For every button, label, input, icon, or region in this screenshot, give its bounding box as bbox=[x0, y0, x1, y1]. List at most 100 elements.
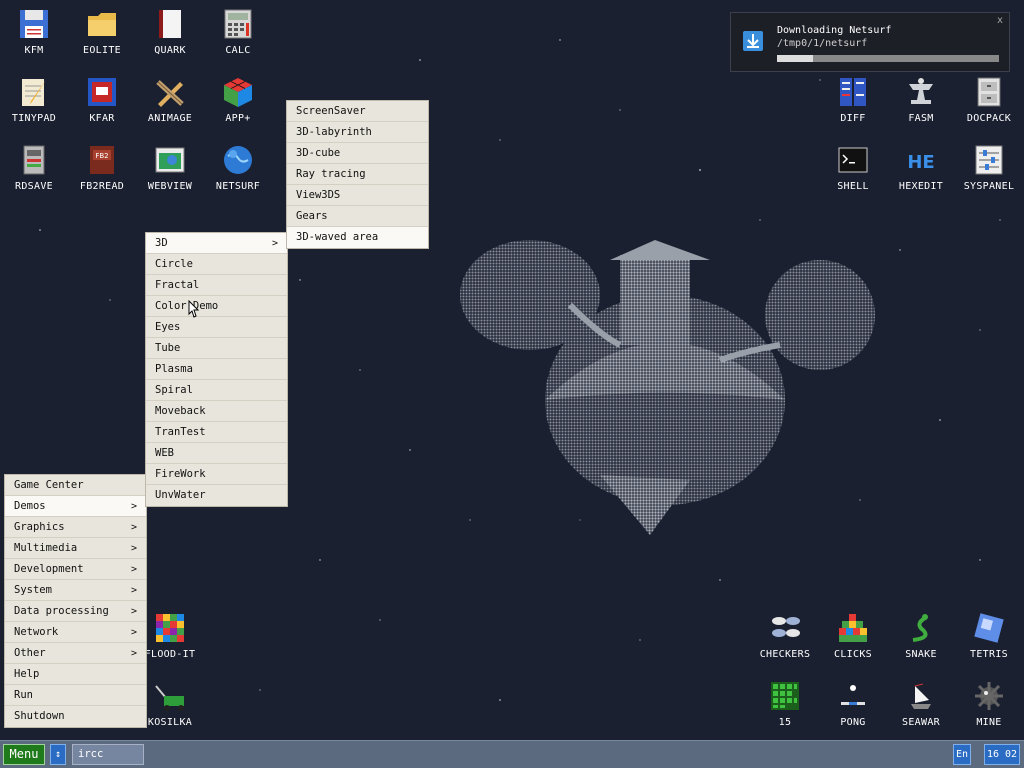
desktop-icon-animage[interactable]: ANIMAGE bbox=[136, 68, 204, 124]
desktop-icon-diff[interactable]: DIFF bbox=[819, 68, 887, 124]
demos-menu-item-firework[interactable]: FireWork bbox=[146, 464, 287, 485]
main-menu-item-label: Demos bbox=[14, 500, 46, 512]
desktop-icon-seawar[interactable]: SEAWAR bbox=[887, 672, 955, 728]
main-menu-item-graphics[interactable]: Graphics > bbox=[5, 517, 146, 538]
desktop-icon-label: TETRIS bbox=[970, 649, 1008, 660]
desktop-icon-kfm[interactable]: KFM bbox=[0, 0, 68, 56]
demos-menu-item-unvwater[interactable]: UnvWater bbox=[146, 485, 287, 506]
desktop-icon-netsurf[interactable]: NETSURF bbox=[204, 136, 272, 192]
main-menu-item-multimedia[interactable]: Multimedia > bbox=[5, 538, 146, 559]
demos-menu-item-web[interactable]: WEB bbox=[146, 443, 287, 464]
main-menu-item-label: Data processing bbox=[14, 605, 109, 617]
main-menu-item-development[interactable]: Development > bbox=[5, 559, 146, 580]
main-menu-item-shutdown[interactable]: Shutdown bbox=[5, 706, 146, 727]
desktop-icon-fb2read[interactable]: FB2 FB2READ bbox=[68, 136, 136, 192]
main-menu-item-data-processing[interactable]: Data processing > bbox=[5, 601, 146, 622]
3d-menu-item-gears[interactable]: Gears bbox=[287, 206, 428, 227]
desktop-icon-tinypad[interactable]: TINYPAD bbox=[0, 68, 68, 124]
demos-menu-item-spiral[interactable]: Spiral bbox=[146, 380, 287, 401]
main-menu-item-help[interactable]: Help bbox=[5, 664, 146, 685]
language-indicator[interactable]: En bbox=[953, 744, 971, 765]
desktop-icon-syspanel[interactable]: SYSPANEL bbox=[955, 136, 1023, 192]
fb2-book-icon: FB2 bbox=[84, 142, 120, 178]
desktop-icon-label: SHELL bbox=[837, 181, 869, 192]
snake-icon bbox=[903, 610, 939, 646]
main-menu-item-other[interactable]: Other > bbox=[5, 643, 146, 664]
desktop-icon-pong[interactable]: PONG bbox=[819, 672, 887, 728]
3d-menu-item-label: 3D-waved area bbox=[296, 231, 379, 243]
demos-menu-item-tube[interactable]: Tube bbox=[146, 338, 287, 359]
submenu-arrow-icon: > bbox=[271, 238, 278, 249]
demos-menu-item-circle[interactable]: Circle bbox=[146, 254, 287, 275]
notification-title: Downloading Netsurf bbox=[777, 25, 892, 36]
3d-menu-item-label: Ray tracing bbox=[296, 168, 366, 180]
main-menu-item-network[interactable]: Network > bbox=[5, 622, 146, 643]
demos-menu-item-eyes[interactable]: Eyes bbox=[146, 317, 287, 338]
main-menu-item-game-center[interactable]: Game Center bbox=[5, 475, 146, 496]
desktop-icon-tetris[interactable]: TETRIS bbox=[955, 604, 1023, 660]
main-menu-item-label: Shutdown bbox=[14, 710, 65, 722]
clock[interactable]: 16 02 bbox=[984, 744, 1020, 765]
3d-menu-item-ray-tracing[interactable]: Ray tracing bbox=[287, 164, 428, 185]
desktop-icon-calc[interactable]: CALC bbox=[204, 0, 272, 56]
desktop-icon-mine[interactable]: MINE bbox=[955, 672, 1023, 728]
submenu-arrow-icon: > bbox=[130, 627, 137, 638]
desktop-icon-docpack[interactable]: DOCPACK bbox=[955, 68, 1023, 124]
desktop-icon-checkers[interactable]: CHECKERS bbox=[751, 604, 819, 660]
desktop-icon-label: SYSPANEL bbox=[963, 181, 1015, 192]
main-menu-item-system[interactable]: System > bbox=[5, 580, 146, 601]
desktop-icon-hexedit[interactable]: HE HEXEDIT bbox=[887, 136, 955, 192]
notification-path: /tmp0/1/netsurf bbox=[777, 38, 868, 49]
demos-menu-item-label: Tube bbox=[155, 342, 181, 354]
cabinet-icon bbox=[971, 74, 1007, 110]
demos-menu-item-trantest[interactable]: TranTest bbox=[146, 422, 287, 443]
taskbar: Menu ↕ ircc En 16 02 bbox=[0, 740, 1024, 768]
demos-menu-item-fractal[interactable]: Fractal bbox=[146, 275, 287, 296]
desktop-icon-snake[interactable]: SNAKE bbox=[887, 604, 955, 660]
main-menu: Game Center Demos > Graphics > Multimedia > Dev… bbox=[4, 474, 147, 728]
3d-menu-item-3d-waved-area[interactable]: 3D-waved area bbox=[287, 227, 428, 248]
pencil-ruler-icon bbox=[152, 74, 188, 110]
desktop-icon-15[interactable]: 15 bbox=[751, 672, 819, 728]
desktop-icon-webview[interactable]: WEBVIEW bbox=[136, 136, 204, 192]
desktop-icon-clicks[interactable]: CLICKS bbox=[819, 604, 887, 660]
desktop-icon-label: QUARK bbox=[154, 45, 186, 56]
desktop-icon-label: TINYPAD bbox=[11, 113, 57, 124]
demos-menu-item-label: 3D bbox=[155, 237, 168, 249]
demos-menu-item-label: Color Demo bbox=[155, 300, 219, 312]
taskbar-app-field[interactable]: ircc bbox=[72, 744, 144, 765]
checkers-icon bbox=[767, 610, 803, 646]
desktop-icon-quark[interactable]: QUARK bbox=[136, 0, 204, 56]
desktop-icon-label: PONG bbox=[840, 717, 866, 728]
hexedit-icon: HE bbox=[903, 142, 939, 178]
book-icon bbox=[152, 6, 188, 42]
demos-menu-item-moveback[interactable]: Moveback bbox=[146, 401, 287, 422]
submenu-arrow-icon: > bbox=[130, 564, 137, 575]
desktop-icon-eolite[interactable]: EOLITE bbox=[68, 0, 136, 56]
demos-menu-item-plasma[interactable]: Plasma bbox=[146, 359, 287, 380]
desktop-icon-rdsave[interactable]: RDSAVE bbox=[0, 136, 68, 192]
demos-menu-item-3d[interactable]: 3D > bbox=[146, 233, 287, 254]
desktop-icon-shell[interactable]: SHELL bbox=[819, 136, 887, 192]
3d-menu-item-screensaver[interactable]: ScreenSaver bbox=[287, 101, 428, 122]
rubik-cube-icon bbox=[220, 74, 256, 110]
3d-menu-item-3d-labyrinth[interactable]: 3D-labyrinth bbox=[287, 122, 428, 143]
3d-menu-item-label: 3D-cube bbox=[296, 147, 341, 159]
notification-close-button[interactable]: x bbox=[997, 15, 1003, 26]
main-menu-item-run[interactable]: Run bbox=[5, 685, 146, 706]
desktop-icon-label: NETSURF bbox=[215, 181, 261, 192]
desktop-icon-label: ANIMAGE bbox=[147, 113, 193, 124]
task-switch-button[interactable]: ↕ bbox=[50, 744, 66, 765]
wallpaper-planet-treehouse bbox=[460, 240, 875, 535]
3d-menu-item-3d-cube[interactable]: 3D-cube bbox=[287, 143, 428, 164]
desktop-icon-label: CLICKS bbox=[834, 649, 872, 660]
3d-menu-item-view3ds[interactable]: View3DS bbox=[287, 185, 428, 206]
menu-button[interactable]: Menu bbox=[3, 744, 45, 765]
download-icon bbox=[743, 31, 763, 51]
desktop-icon-kfar[interactable]: KFAR bbox=[68, 68, 136, 124]
desktop-icon-app[interactable]: APP+ bbox=[204, 68, 272, 124]
main-menu-item-demos[interactable]: Demos > bbox=[5, 496, 146, 517]
desktop-icon-fasm[interactable]: FASM bbox=[887, 68, 955, 124]
demos-menu-item-color-demo[interactable]: Color Demo bbox=[146, 296, 287, 317]
main-menu-item-label: Multimedia bbox=[14, 542, 78, 554]
